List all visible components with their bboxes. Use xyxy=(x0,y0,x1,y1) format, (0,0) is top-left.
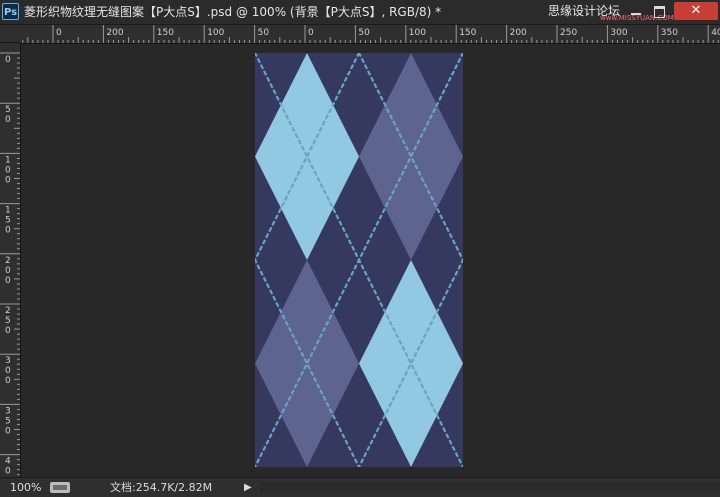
horizontal-ruler-scale: 0 200 150 100 50 0 50 100 150 200 250 300 350 400 xyxy=(22,25,720,43)
vertical-ruler[interactable]: 05010015020025030035040 xyxy=(0,43,21,477)
horizontal-scrollbar[interactable] xyxy=(260,482,720,493)
ruler-label: 0 xyxy=(5,426,11,436)
ruler-label: 250 xyxy=(560,28,577,38)
ruler-label: 3 xyxy=(5,356,11,366)
ruler-label: 5 xyxy=(5,216,11,226)
ruler-label: 300 xyxy=(610,28,627,38)
vertical-ruler-scale: 05010015020025030035040 xyxy=(0,52,20,477)
ruler-label: 0 xyxy=(5,226,11,236)
ruler-label: 0 xyxy=(56,28,62,38)
ruler-label: 4 xyxy=(5,457,11,467)
ruler-label: 1 xyxy=(5,155,11,165)
ruler-label: 2 xyxy=(5,306,11,316)
ruler-label: 3 xyxy=(5,406,11,416)
ruler-label: 0 xyxy=(5,115,11,125)
ruler-label: 400 xyxy=(711,28,720,38)
ruler-label: 0 xyxy=(5,366,11,376)
ruler-label: 50 xyxy=(358,28,370,38)
ruler-origin-corner[interactable] xyxy=(0,25,21,43)
close-button[interactable]: ✕ xyxy=(674,2,718,20)
ruler-label: 0 xyxy=(5,376,11,386)
status-menu-arrow-icon[interactable]: ▶ xyxy=(244,478,252,497)
ruler-label: 0 xyxy=(5,326,11,336)
title-bar: Ps 菱形织物纹理无缝图案【P大点S】.psd @ 100% (背景【P大点S】… xyxy=(0,0,720,25)
ruler-label: 0 xyxy=(5,175,11,185)
ruler-label: 150 xyxy=(157,28,174,38)
ruler-label: 5 xyxy=(5,416,11,426)
zoom-level-field[interactable]: 100% xyxy=(10,478,41,497)
horizontal-ruler[interactable]: 0 200 150 100 50 0 50 100 150 200 250 300 350 400 xyxy=(20,25,720,44)
ruler-label: 2 xyxy=(5,256,11,266)
ruler-label: 0 xyxy=(308,28,314,38)
document-title: 菱形织物纹理无缝图案【P大点S】.psd @ 100% (背景【P大点S】, R… xyxy=(24,5,442,19)
ruler-label: 350 xyxy=(661,28,678,38)
close-icon: ✕ xyxy=(690,3,702,18)
status-bar: 100% 文档:254.7K/2.82M ▶ xyxy=(0,477,720,497)
ruler-label: 150 xyxy=(459,28,476,38)
argyle-pattern-artwork[interactable] xyxy=(255,53,463,467)
document-size-info: 文档:254.7K/2.82M xyxy=(110,481,213,494)
ruler-label: 0 xyxy=(5,165,11,175)
status-preview-icon xyxy=(50,482,70,493)
ruler-label: 100 xyxy=(409,28,426,38)
ruler-label: 50 xyxy=(258,28,270,38)
ruler-label: 200 xyxy=(510,28,527,38)
ruler-label: 0 xyxy=(5,276,11,286)
minimize-button[interactable] xyxy=(624,2,648,20)
ruler-label: 200 xyxy=(106,28,123,38)
ruler-label: 0 xyxy=(5,266,11,276)
ruler-label: 0 xyxy=(5,55,11,65)
ruler-label: 5 xyxy=(5,105,11,115)
ruler-label: 5 xyxy=(5,316,11,326)
photoshop-app-icon: Ps xyxy=(2,3,19,20)
ruler-label: 0 xyxy=(5,467,11,477)
ruler-label: 100 xyxy=(207,28,224,38)
maximize-button[interactable] xyxy=(648,2,672,20)
ruler-label: 1 xyxy=(5,206,11,216)
